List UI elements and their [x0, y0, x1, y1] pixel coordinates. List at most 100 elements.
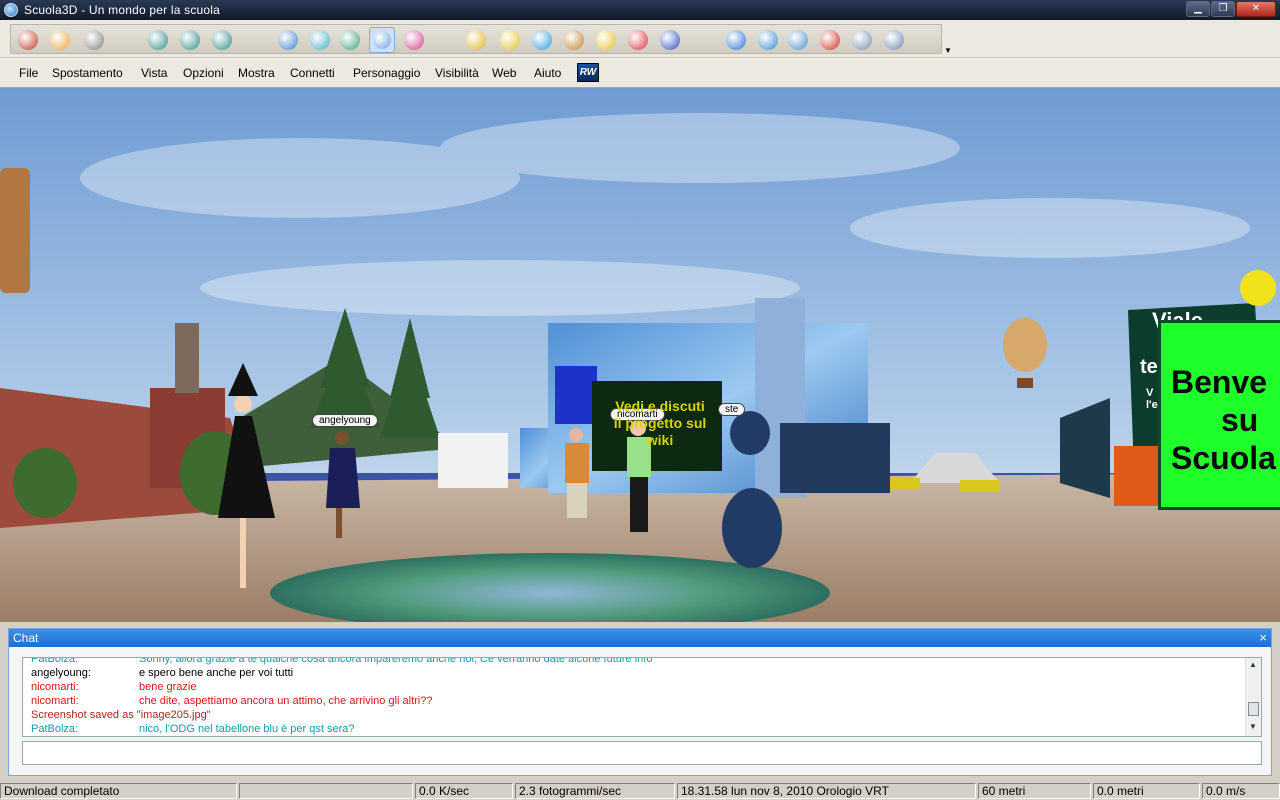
status-distance: 60 metri [978, 783, 1091, 799]
chat-text: e spero bene anche per voi tutti [139, 667, 294, 679]
menu-bar: File Spostamento Vista Opzioni Mostra Co… [0, 58, 1280, 88]
chat-scrollbar[interactable]: ▲ ▼ [1245, 658, 1261, 736]
app-icon [4, 3, 18, 17]
avatar-nametag-ste[interactable]: ste [718, 403, 746, 416]
chat-title-bar: Chat × [9, 629, 1271, 647]
blue-board-text: Vedi e discuti il progetto sul wiki [598, 398, 722, 449]
tools-icon[interactable] [849, 27, 875, 53]
chat-text: Sonny, allora grazie a te qualche cosa a… [139, 657, 653, 665]
menu-spostamento[interactable]: Spostamento [52, 66, 123, 80]
status-clock: 18.31.58 lun nov 8, 2010 Orologio VRT [677, 783, 976, 799]
view-first-person-icon[interactable] [145, 27, 171, 53]
toolbar-strip [10, 24, 942, 54]
camera-icon-glyph [788, 30, 808, 50]
back-icon-glyph [50, 30, 70, 50]
title-bar: Scuola3D - Un mondo per la scuola ▁ ❐ ✕ [0, 0, 1280, 20]
minimize-button[interactable]: ▁ [1186, 1, 1210, 17]
chat-sender: angelyoung: [31, 667, 91, 679]
avatar-gestures-icon-glyph [340, 30, 360, 50]
forward-icon-glyph [84, 30, 104, 50]
menu-vista[interactable]: Vista [141, 66, 167, 80]
avatar-icon-glyph [278, 30, 298, 50]
browser-icon[interactable] [723, 27, 749, 53]
avatar-nametag-angelyoung[interactable]: angelyoung [312, 414, 378, 427]
scroll-up-icon[interactable]: ▲ [1249, 660, 1257, 669]
add-icon-glyph [758, 30, 778, 50]
window-title: Scuola3D - Un mondo per la scuola [24, 3, 221, 17]
chat-input[interactable] [22, 741, 1262, 765]
view-flying-icon[interactable] [209, 27, 235, 53]
notes-icon[interactable] [561, 27, 587, 53]
edit-icon[interactable] [497, 27, 523, 53]
blue-board-line-1: Vedi e discuti [615, 398, 705, 414]
toolbar-overflow-icon[interactable]: ▼ [944, 46, 952, 55]
search-avatar-icon[interactable] [369, 27, 395, 53]
shirt-icon[interactable] [881, 27, 907, 53]
help-icon-glyph [628, 30, 648, 50]
chat-panel: Chat × PatBolza: Sonny, allora grazie a t… [8, 628, 1272, 776]
avatar-icon[interactable] [275, 27, 301, 53]
home-icon-glyph [18, 30, 38, 50]
chat-close-icon[interactable]: × [1259, 630, 1267, 646]
menu-mostra[interactable]: Mostra [238, 66, 275, 80]
status-speed: 0.0 K/sec [415, 783, 513, 799]
stop-icon[interactable] [817, 27, 843, 53]
chat-text: bene grazie [139, 681, 197, 693]
status-bar: Download completato 0.0 K/sec 2.3 fotogr… [0, 782, 1280, 800]
menu-personaggio[interactable]: Personaggio [353, 66, 420, 80]
chat-sender: PatBolza: [31, 657, 79, 665]
settings-icon[interactable] [657, 27, 683, 53]
status-empty [239, 783, 413, 799]
chat-sender: PatBolza: [31, 723, 79, 735]
chat-title: Chat [13, 631, 39, 645]
status-velocity: 0.0 m/s [1202, 783, 1280, 799]
help-icon[interactable] [625, 27, 651, 53]
welcome-sign-line-3: Scuola [1171, 440, 1276, 476]
camera-icon[interactable] [785, 27, 811, 53]
chat-text: nico, l'ODG nel tabellone blu è per qst … [139, 723, 355, 735]
group-icon[interactable] [401, 27, 427, 53]
view-third-person-icon-glyph [180, 30, 200, 50]
welcome-sign-line-1: Benve [1171, 364, 1268, 400]
menu-visibilita[interactable]: Visibilità [435, 66, 479, 80]
status-distance-2: 0.0 metri [1093, 783, 1200, 799]
view-third-person-icon[interactable] [177, 27, 203, 53]
chat-log[interactable]: PatBolza: Sonny, allora grazie a te qualc… [22, 657, 1262, 737]
teleport-icon[interactable] [463, 27, 489, 53]
blue-board-line-3: wiki [646, 432, 674, 448]
pencil-icon-glyph [596, 30, 616, 50]
view-first-person-icon-glyph [148, 30, 168, 50]
scroll-down-icon[interactable]: ▼ [1249, 722, 1257, 731]
close-button[interactable]: ✕ [1236, 1, 1276, 17]
back-icon[interactable] [47, 27, 73, 53]
rw-logo[interactable]: RW [577, 63, 599, 82]
menu-web[interactable]: Web [492, 66, 516, 80]
app-window: Scuola3D - Un mondo per la scuola ▁ ❐ ✕ … [0, 0, 1280, 800]
browser-icon-glyph [726, 30, 746, 50]
pencil-icon[interactable] [593, 27, 619, 53]
chat-sender: nicomarti: [31, 695, 79, 707]
status-download: Download completato [0, 783, 237, 799]
search-avatar-icon-glyph [373, 31, 391, 49]
menu-aiuto[interactable]: Aiuto [534, 66, 561, 80]
avatar-gestures-icon[interactable] [337, 27, 363, 53]
add-icon[interactable] [755, 27, 781, 53]
scroll-thumb[interactable] [1248, 702, 1259, 716]
home-icon[interactable] [15, 27, 41, 53]
forward-icon[interactable] [81, 27, 107, 53]
avatar-info-icon[interactable] [307, 27, 333, 53]
tools-icon-glyph [852, 30, 872, 50]
chat-bubble-icon-glyph [532, 30, 552, 50]
chat-sender: nicomarti: [31, 681, 79, 693]
3d-viewport[interactable]: angelyoung nicomarti ste Vedi e discuti … [0, 88, 1280, 622]
notes-icon-glyph [564, 30, 584, 50]
chat-sender: Screenshot saved as "image205.jpg" [31, 709, 211, 721]
maximize-button[interactable]: ❐ [1211, 1, 1235, 17]
menu-file[interactable]: File [19, 66, 38, 80]
welcome-sign: Benve su Scuola [1158, 320, 1280, 510]
toolbar: ▼ [0, 20, 1280, 58]
menu-opzioni[interactable]: Opzioni [183, 66, 224, 80]
welcome-sign-line-2: su [1221, 402, 1259, 438]
menu-connetti[interactable]: Connetti [290, 66, 335, 80]
chat-bubble-icon[interactable] [529, 27, 555, 53]
